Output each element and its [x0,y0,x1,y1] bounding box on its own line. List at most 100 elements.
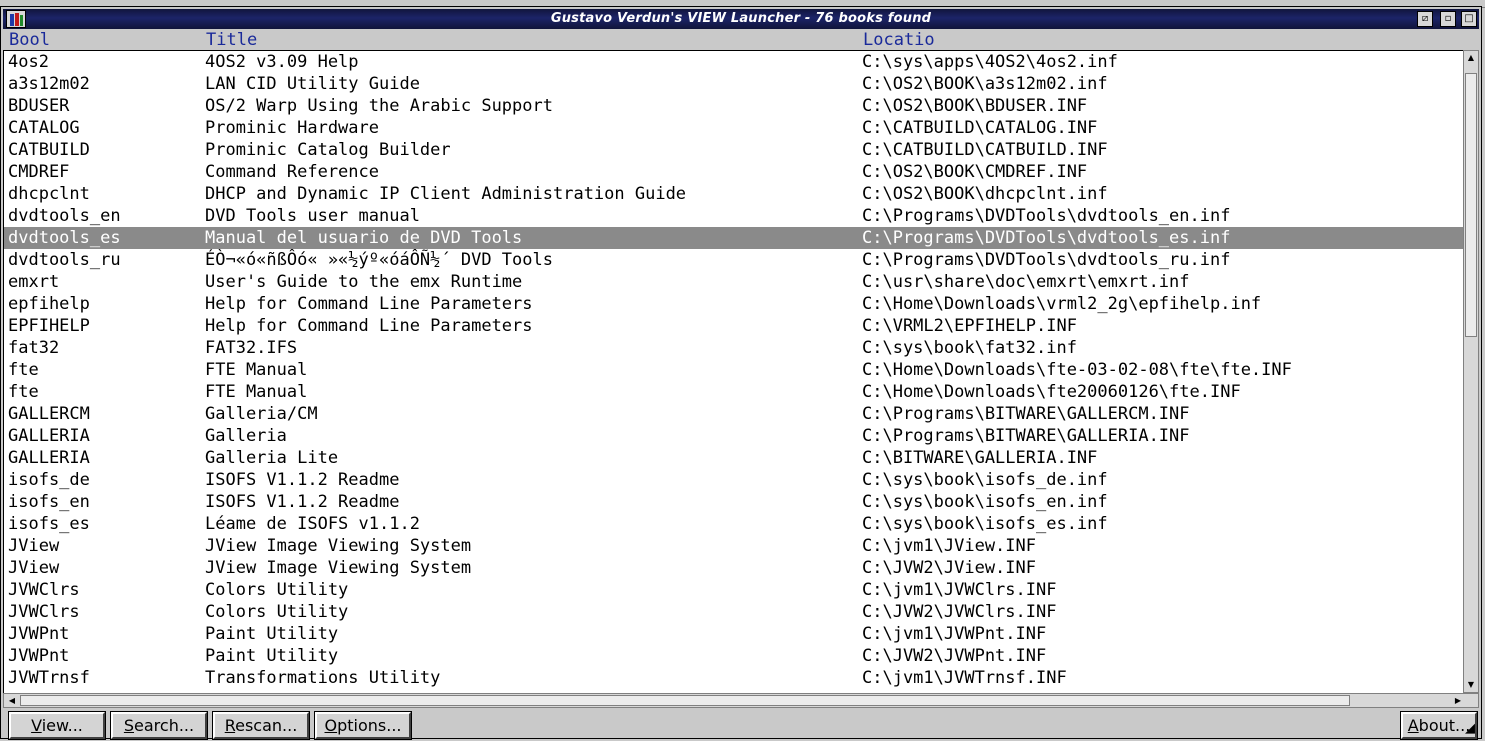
table-row[interactable]: GALLERCM Galleria/CM C:\Programs\BITWARE\G… [4,403,1463,425]
options-button[interactable]: Options... [314,711,412,740]
table-row[interactable]: dvdtools_en DVD Tools user manual C:\Progr… [4,205,1463,227]
horizontal-scroll-thumb[interactable] [20,695,1350,706]
search-label: earch... [134,716,195,735]
maximize-button[interactable]: □ [1461,11,1477,27]
table-row[interactable]: isofs_en ISOFS V1.1.2 Readme C:\sys\book\i… [4,491,1463,513]
table-row[interactable]: emxrt User's Guide to the emx Runtime C:\u… [4,271,1463,293]
table-row[interactable]: JView JView Image Viewing System C:\jvm1\J… [4,535,1463,557]
table-row[interactable]: GALLERIA Galleria Lite C:\BITWARE\GALLERIA… [4,447,1463,469]
vertical-scrollbar[interactable]: ▲ ▼ [1463,50,1479,693]
cell-title: Colors Utility [205,580,349,600]
cell-title: FTE Manual [205,360,308,380]
cell-book: CATALOG [8,118,80,138]
scroll-left-arrow-icon[interactable]: ◀ [6,695,18,706]
view-label: iew... [41,716,83,735]
cell-title: Prominic Catalog Builder [205,140,451,160]
cell-title: DVD Tools user manual [205,206,420,226]
search-button[interactable]: Search... [110,711,208,740]
cell-book: isofs_de [8,470,90,490]
table-row[interactable]: JVWPnt Paint Utility C:\JVW2\JVWPnt.INF [4,645,1463,667]
cell-book: isofs_en [8,492,90,512]
rescan-button[interactable]: Rescan... [212,711,310,740]
cell-book: GALLERIA [8,426,90,446]
cell-book: a3s12m02 [8,74,90,94]
cell-book: isofs_es [8,514,90,534]
table-row[interactable]: 4os2 4OS2 v3.09 Help C:\sys\apps\4OS2\4os2… [4,51,1463,73]
minimize-button[interactable]: ▫ [1440,11,1456,27]
cell-location: C:\sys\book\isofs_de.inf [862,470,1108,490]
table-row[interactable]: isofs_de ISOFS V1.1.2 Readme C:\sys\book\i… [4,469,1463,491]
cell-book: JVWClrs [8,602,80,622]
table-row[interactable]: JView JView Image Viewing System C:\JVW2\J… [4,557,1463,579]
column-header-title[interactable]: Title [206,31,257,50]
cell-location: C:\Programs\BITWARE\GALLERCM.INF [862,404,1190,424]
restore-button[interactable]: ⧄ [1417,11,1433,27]
cell-title: Transformations Utility [205,668,441,688]
cell-book: JVWClrs [8,580,80,600]
table-row[interactable]: fte FTE Manual C:\Home\Downloads\fte-03-02… [4,359,1463,381]
cell-location: C:\sys\apps\4OS2\4os2.inf [862,52,1118,72]
cell-book: BDUSER [8,96,70,116]
table-row[interactable]: JVWPnt Paint Utility C:\jvm1\JVWPnt.INF [4,623,1463,645]
options-label: ptions... [337,716,402,735]
cell-book: 4os2 [8,52,49,72]
table-row[interactable]: fte FTE Manual C:\Home\Downloads\fte200601… [4,381,1463,403]
table-row[interactable]: JVWClrs Colors Utility C:\JVW2\JVWClrs.INF [4,601,1463,623]
cell-book: dhcpclnt [8,184,90,204]
cell-book: dvdtools_ru [8,250,121,270]
cell-book: epfihelp [8,294,90,314]
cell-location: C:\JVW2\JVWPnt.INF [862,646,1047,666]
vertical-scroll-thumb[interactable] [1465,73,1477,337]
cell-book: fte [8,360,39,380]
view-button[interactable]: View... [8,711,106,740]
column-header-location[interactable]: Locatio [863,31,935,50]
search-mnemonic: S [123,716,135,735]
column-header-book[interactable]: Bool [9,31,50,50]
button-bar: View... Search... Rescan... Options... A… [3,709,1479,740]
table-row[interactable]: dhcpclnt DHCP and Dynamic IP Client Admin… [4,183,1463,205]
cell-title: Command Reference [205,162,379,182]
table-row[interactable]: JVWClrs Colors Utility C:\jvm1\JVWClrs.INF [4,579,1463,601]
window-title: Gustavo Verdun's VIEW Launcher - 76 book… [550,11,932,26]
about-mnemonic: A [1407,716,1419,735]
cell-title: User's Guide to the emx Runtime [205,272,523,292]
table-row[interactable]: EPFIHELP Help for Command Line Parameters… [4,315,1463,337]
table-row[interactable]: JVWTrnsf Transformations Utility C:\jvm1\J… [4,667,1463,689]
scroll-right-arrow-icon[interactable]: ▶ [1452,695,1464,706]
cell-location: C:\jvm1\JView.INF [862,536,1036,556]
cell-book: GALLERIA [8,448,90,468]
cell-location: C:\OS2\BOOK\dhcpclnt.inf [862,184,1108,204]
cell-location: C:\sys\book\isofs_es.inf [862,514,1108,534]
book-list[interactable]: 4os2 4OS2 v3.09 Help C:\sys\apps\4OS2\4os2… [3,50,1463,693]
horizontal-scrollbar[interactable]: ◀ ▶ [3,693,1479,708]
table-row[interactable]: CATALOG Prominic Hardware C:\CATBUILD\CATA… [4,117,1463,139]
rescan-mnemonic: R [224,716,236,735]
resize-grip-icon[interactable]: ◢ [1465,722,1479,736]
cell-title: Manual del usuario de DVD Tools [205,228,523,248]
scroll-up-arrow-icon[interactable]: ▲ [1466,53,1476,63]
about-label: bout... [1418,716,1471,735]
table-row[interactable]: epfihelp Help for Command Line Parameters… [4,293,1463,315]
cell-title: FAT32.IFS [205,338,298,358]
table-row[interactable]: CMDREF Command Reference C:\OS2\BOOK\CMDRE… [4,161,1463,183]
table-row[interactable]: fat32 FAT32.IFS C:\sys\book\fat32.inf [4,337,1463,359]
table-row[interactable]: CATBUILD Prominic Catalog Builder C:\CATBU… [4,139,1463,161]
table-row[interactable]: isofs_es Léame de ISOFS v1.1.2 C:\sys\book… [4,513,1463,535]
cell-book: JVWTrnsf [8,668,90,688]
cell-title: ISOFS V1.1.2 Readme [205,470,400,490]
cell-title: 4OS2 v3.09 Help [205,52,359,72]
cell-book: JVWPnt [8,624,70,644]
cell-book: dvdtools_en [8,206,121,226]
table-row[interactable]: dvdtools_es Manual del usuario de DVD Too… [4,227,1463,249]
table-row[interactable]: BDUSER OS/2 Warp Using the Arabic Support… [4,95,1463,117]
cell-location: C:\sys\book\isofs_en.inf [862,492,1108,512]
view-launcher-window: Gustavo Verdun's VIEW Launcher - 76 book… [0,6,1482,740]
title-bar[interactable]: Gustavo Verdun's VIEW Launcher - 76 book… [3,9,1479,29]
table-row[interactable]: dvdtools_ru ÉÒ¬«ó«ñßÔó« »«½ýº«óáÔÑ½´ DVD … [4,249,1463,271]
cell-book: GALLERCM [8,404,90,424]
cell-title: Help for Command Line Parameters [205,316,533,336]
table-row[interactable]: a3s12m02 LAN CID Utility Guide C:\OS2\BOOK… [4,73,1463,95]
table-row[interactable]: GALLERIA Galleria C:\Programs\BITWARE\GALL… [4,425,1463,447]
scroll-down-arrow-icon[interactable]: ▼ [1466,680,1476,690]
cell-location: C:\CATBUILD\CATALOG.INF [862,118,1098,138]
